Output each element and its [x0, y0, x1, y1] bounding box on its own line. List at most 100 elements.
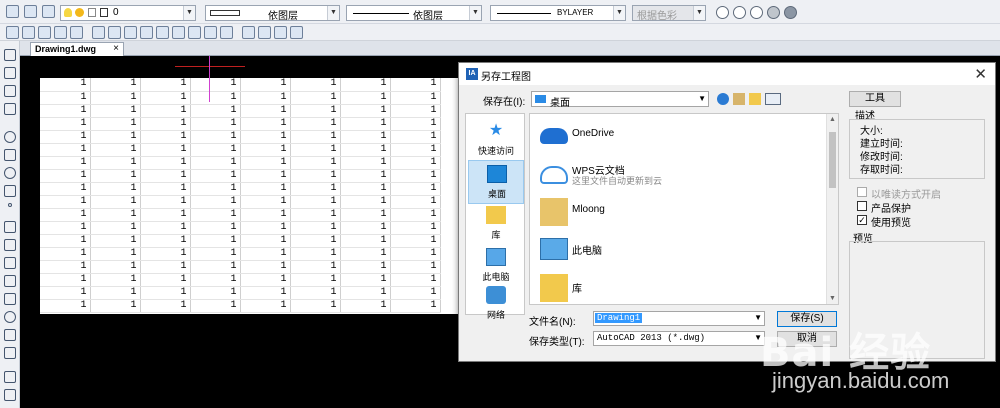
view-menu-icon[interactable]	[765, 93, 781, 105]
new-folder-icon[interactable]	[749, 93, 761, 105]
table-cell: 1	[140, 91, 191, 105]
hatch-icon[interactable]	[4, 239, 16, 251]
layer-previous-icon[interactable]	[42, 5, 55, 18]
close-icon[interactable]: ✕	[974, 65, 987, 83]
view-left-icon[interactable]	[124, 26, 137, 39]
lineweight-combo[interactable]: BYLAYER ▼	[490, 5, 626, 21]
table-cell: 1	[340, 130, 391, 144]
product-protect-checkbox[interactable]	[857, 201, 867, 211]
view-back-icon[interactable]	[172, 26, 185, 39]
list-item[interactable]: 库	[536, 270, 826, 304]
filetype-select[interactable]: AutoCAD 2013 (*.dwg) ▼	[593, 331, 765, 346]
list-item[interactable]: OneDrive	[536, 118, 826, 154]
spline-icon[interactable]	[4, 85, 16, 97]
view-se-iso-icon[interactable]	[204, 26, 217, 39]
color-combo[interactable]: 依图层 ▼	[205, 5, 340, 22]
chevron-down-icon[interactable]: ▼	[327, 6, 339, 20]
region-icon[interactable]	[4, 275, 16, 287]
boundary-icon[interactable]	[4, 293, 16, 305]
filename-input[interactable]: Drawing1 ▼	[593, 311, 765, 326]
layer-combo[interactable]: 0 ▼	[60, 5, 196, 21]
view-ne-iso-icon[interactable]	[220, 26, 233, 39]
point-icon[interactable]	[8, 203, 12, 207]
text-icon[interactable]	[4, 389, 16, 401]
table-cell: 1	[290, 247, 341, 261]
ellipse-arc-icon[interactable]	[4, 185, 16, 197]
place-library[interactable]: 库	[468, 202, 524, 246]
table-row: 11111111	[40, 286, 441, 300]
view-cube-icon[interactable]	[258, 26, 271, 39]
view-nw-iso-icon[interactable]	[242, 26, 255, 39]
layer-manager-icon[interactable]	[6, 5, 19, 18]
arc-3point-icon[interactable]	[4, 149, 16, 161]
chevron-down-icon[interactable]: ▼	[183, 6, 195, 20]
list-item[interactable]: 此电脑	[536, 232, 826, 268]
filename-label: 文件名(N):	[529, 317, 576, 328]
revcloud-icon[interactable]	[4, 329, 16, 341]
place-network[interactable]: 网络	[468, 282, 524, 326]
view-cube3-icon[interactable]	[290, 26, 303, 39]
table-cell: 1	[340, 221, 391, 235]
render-shaded-icon[interactable]	[767, 6, 780, 19]
up-folder-icon[interactable]	[733, 93, 745, 105]
ellipse-icon[interactable]	[4, 167, 16, 179]
circle-icon[interactable]	[4, 131, 16, 143]
file-list-scrollbar[interactable]: ▲ ▼	[826, 114, 838, 304]
view-render-icon[interactable]	[54, 26, 67, 39]
polyline-icon[interactable]	[4, 67, 16, 79]
place-desktop[interactable]: 桌面	[468, 160, 524, 204]
table-row: 11111111	[40, 299, 441, 313]
chevron-down-icon[interactable]: ▼	[613, 6, 625, 20]
table-cell: 1	[90, 169, 141, 183]
view-right-icon[interactable]	[140, 26, 153, 39]
scroll-down-icon[interactable]: ▼	[829, 295, 836, 302]
library-folder-icon	[540, 274, 568, 302]
donut-icon[interactable]	[4, 311, 16, 323]
view-shade-icon[interactable]	[38, 26, 51, 39]
view-sw-iso-icon[interactable]	[188, 26, 201, 39]
view-wire-icon[interactable]	[70, 26, 83, 39]
rectangle-icon[interactable]	[4, 221, 16, 233]
place-quick-access[interactable]: ★ 快速访问	[468, 118, 524, 162]
back-icon[interactable]	[717, 93, 729, 105]
view-cube2-icon[interactable]	[274, 26, 287, 39]
crosshair-vertical	[209, 56, 210, 102]
polygon-icon[interactable]	[4, 257, 16, 269]
table-cell: 1	[140, 169, 191, 183]
tools-button[interactable]: 工具	[849, 91, 901, 107]
table-cell: 1	[90, 286, 141, 300]
arc-icon[interactable]	[4, 103, 16, 115]
render-cross-icon[interactable]	[733, 6, 746, 19]
table-icon[interactable]	[4, 371, 16, 383]
render-circle-icon[interactable]	[716, 6, 729, 19]
view-top-icon[interactable]	[92, 26, 105, 39]
desktop-icon	[487, 165, 507, 183]
layer-state-icon[interactable]	[24, 5, 37, 18]
chevron-down-icon[interactable]: ▼	[469, 6, 481, 20]
table-cell: 1	[90, 78, 141, 92]
close-icon[interactable]: ×	[113, 43, 119, 55]
wipeout-icon[interactable]	[4, 347, 16, 359]
scroll-thumb[interactable]	[829, 132, 836, 188]
list-item[interactable]: WPS云文档 这里文件自动更新到云	[536, 156, 826, 192]
file-list[interactable]: OneDrive WPS云文档 这里文件自动更新到云 Mloong 此电脑 库 …	[529, 113, 839, 305]
table-cell: 1	[190, 286, 241, 300]
view-bottom-icon[interactable]	[108, 26, 121, 39]
save-in-combo[interactable]: 桌面 ▼	[531, 91, 709, 109]
render-full-icon[interactable]	[784, 6, 797, 19]
eye-icon[interactable]	[6, 26, 19, 39]
table-cell: 1	[40, 208, 91, 222]
list-item[interactable]: Mloong	[536, 194, 826, 230]
tab-drawing1[interactable]: Drawing1.dwg ×	[30, 42, 124, 56]
scroll-up-icon[interactable]: ▲	[829, 116, 836, 123]
line-icon[interactable]	[4, 49, 16, 61]
linetype-combo[interactable]: 依图层 ▼	[346, 5, 482, 22]
chevron-down-icon[interactable]: ▼	[698, 94, 706, 103]
table-cell: 1	[340, 91, 391, 105]
render-mesh-icon[interactable]	[750, 6, 763, 19]
table-cell: 1	[140, 156, 191, 170]
use-preview-checkbox[interactable]: ✓	[857, 215, 867, 225]
table-cell: 1	[390, 104, 441, 118]
view-hide-icon[interactable]	[22, 26, 35, 39]
view-front-icon[interactable]	[156, 26, 169, 39]
